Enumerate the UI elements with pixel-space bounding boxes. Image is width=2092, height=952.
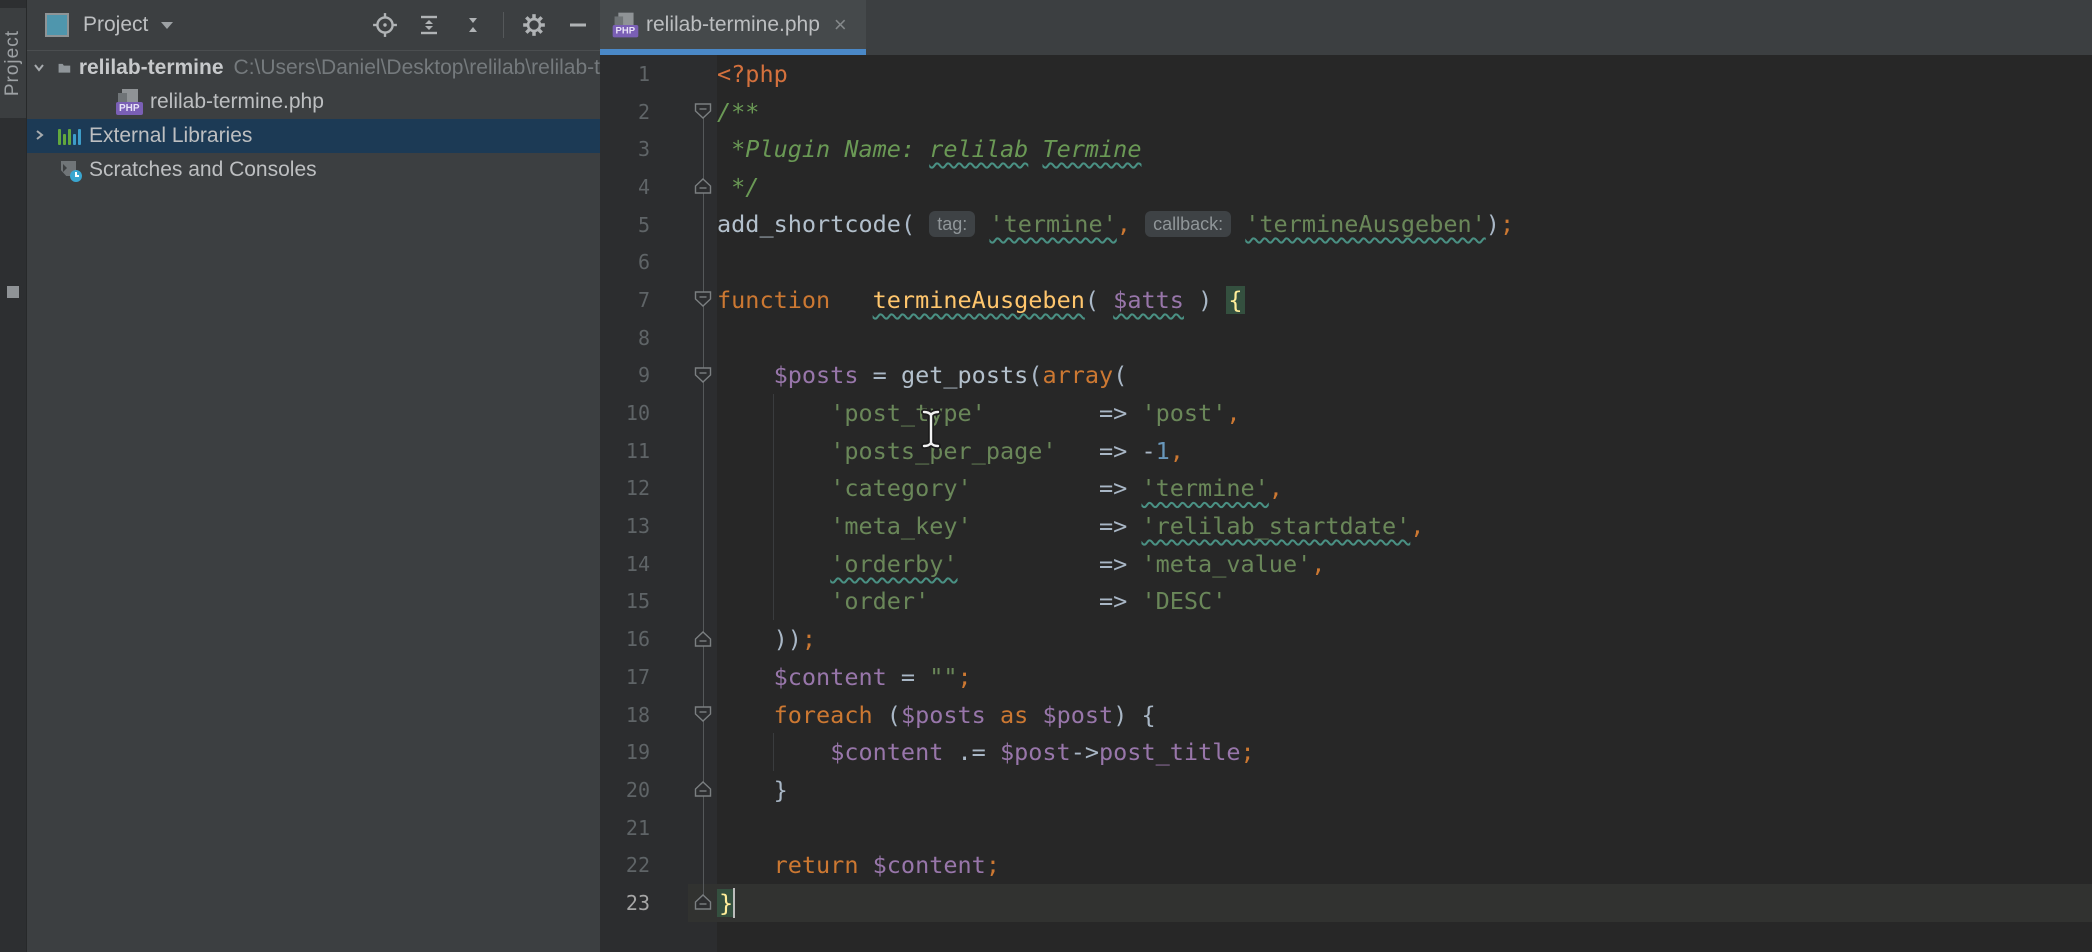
chevron-down-icon[interactable] — [160, 21, 174, 30]
code-line[interactable]: 16 )); — [600, 620, 2092, 658]
code-line[interactable]: 14 'orderby' => 'meta_value', — [600, 545, 2092, 583]
hide-panel-icon[interactable] — [564, 11, 592, 39]
code-text: <?php — [717, 60, 788, 88]
fold-marker-end[interactable] — [694, 178, 712, 199]
locate-icon[interactable] — [371, 11, 399, 39]
code-lines: 1<?php2/**3 *Plugin Name: relilab Termin… — [600, 55, 2092, 922]
code-text: )); — [717, 625, 816, 653]
tree-row-external-libraries[interactable]: External Libraries — [27, 119, 600, 153]
root-folder-path: C:\Users\Daniel\Desktop\relilab\relilab-… — [234, 56, 600, 80]
code-line[interactable]: 20 } — [600, 771, 2092, 809]
project-stripe-label: Project — [2, 30, 24, 96]
tab-title: relilab-termine.php — [646, 13, 820, 37]
code-line[interactable]: 4 */ — [600, 168, 2092, 206]
code-line[interactable]: 17 $content = ""; — [600, 658, 2092, 696]
tree-row-project-root[interactable]: relilab-termine C:\Users\Daniel\Desktop\… — [27, 51, 600, 85]
scratches-icon — [61, 160, 81, 180]
code-text: $content = ""; — [717, 663, 972, 691]
tool-window-stripe: Project — [0, 0, 27, 952]
code-line[interactable]: 2/** — [600, 93, 2092, 131]
code-line[interactable]: 7function termineAusgeben( $atts ) { — [600, 281, 2092, 319]
project-tool-window-icon — [45, 13, 69, 37]
code-area[interactable]: 1<?php2/**3 *Plugin Name: relilab Termin… — [600, 55, 2092, 952]
code-text: function termineAusgeben( $atts ) { — [717, 286, 1245, 314]
php-file-label: relilab-termine.php — [150, 90, 324, 114]
code-line[interactable]: 21 — [600, 809, 2092, 847]
code-text: */ — [717, 173, 759, 201]
folder-icon — [58, 59, 71, 77]
code-text: /** — [717, 98, 759, 126]
fold-layer — [600, 55, 717, 952]
scratches-label: Scratches and Consoles — [89, 158, 317, 182]
root-folder-label: relilab-termine — [79, 56, 224, 80]
libraries-icon — [58, 127, 81, 145]
fold-marker-start[interactable] — [694, 367, 712, 388]
settings-gear-icon[interactable] — [520, 11, 548, 39]
code-line[interactable]: 10 'post_type' => 'post', — [600, 394, 2092, 432]
code-line[interactable]: 1<?php — [600, 55, 2092, 93]
project-panel-header: Project — [27, 0, 600, 51]
code-line[interactable]: 23} — [600, 884, 2092, 922]
editor: PHP relilab-termine.php × 1<?php2/**3 *P… — [600, 0, 2092, 952]
code-line[interactable]: 5add_shortcode( tag: 'termine', callback… — [600, 206, 2092, 244]
fold-marker-end[interactable] — [694, 894, 712, 915]
code-text: 'order' => 'DESC' — [717, 587, 1226, 615]
code-line[interactable]: 13 'meta_key' => 'relilab_startdate', — [600, 507, 2092, 545]
tool-window-square-icon[interactable] — [7, 286, 19, 298]
code-text: 'meta_key' => 'relilab_startdate', — [717, 512, 1424, 540]
code-line[interactable]: 12 'category' => 'termine', — [600, 470, 2092, 508]
code-text: return $content; — [717, 851, 1000, 879]
code-line[interactable]: 11 'posts_per_page' => -1, — [600, 432, 2092, 470]
code-text: foreach ($posts as $post) { — [717, 701, 1156, 729]
code-line[interactable]: 18 foreach ($posts as $post) { — [600, 696, 2092, 734]
collapse-all-icon[interactable] — [459, 11, 487, 39]
tree-row-scratches[interactable]: Scratches and Consoles — [27, 153, 600, 187]
project-panel: Project — [27, 0, 602, 952]
code-text: $posts = get_posts(array( — [717, 361, 1127, 389]
chevron-expanded-icon[interactable] — [31, 59, 47, 75]
code-text: 'post_type' => 'post', — [717, 399, 1241, 427]
code-line[interactable]: 19 $content .= $post->post_title; — [600, 733, 2092, 771]
editor-tab-bar: PHP relilab-termine.php × — [600, 0, 2092, 55]
fold-marker-end[interactable] — [694, 781, 712, 802]
expand-all-icon[interactable] — [415, 11, 443, 39]
code-text: 'orderby' => 'meta_value', — [717, 550, 1325, 578]
tree-row-php-file[interactable]: PHP relilab-termine.php — [27, 85, 600, 119]
code-line[interactable]: 6 — [600, 243, 2092, 281]
fold-marker-start[interactable] — [694, 291, 712, 312]
project-tree: relilab-termine C:\Users\Daniel\Desktop\… — [27, 51, 600, 952]
external-libraries-label: External Libraries — [89, 124, 252, 148]
code-text: 'category' => 'termine', — [717, 474, 1283, 502]
code-line[interactable]: 8 — [600, 319, 2092, 357]
code-text: add_shortcode( tag: 'termine', callback:… — [717, 210, 1514, 239]
fold-marker-end[interactable] — [694, 631, 712, 652]
tab-relilab-termine-php[interactable]: PHP relilab-termine.php × — [600, 0, 866, 50]
text-caret — [733, 888, 735, 918]
php-file-icon: PHP — [116, 89, 142, 115]
code-line[interactable]: 15 'order' => 'DESC' — [600, 583, 2092, 621]
code-line[interactable]: 22 return $content; — [600, 846, 2092, 884]
project-panel-title[interactable]: Project — [83, 13, 148, 37]
code-line[interactable]: 9 $posts = get_posts(array( — [600, 357, 2092, 395]
mouse-ibeam-cursor — [918, 408, 944, 450]
code-text: *Plugin Name: relilab Termine — [717, 135, 1141, 163]
code-text: $content .= $post->post_title; — [717, 738, 1255, 766]
chevron-collapsed-icon[interactable] — [31, 127, 47, 143]
ide-window: Project Project — [0, 0, 2092, 952]
project-stripe-button[interactable]: Project — [0, 8, 26, 118]
php-file-icon: PHP — [613, 13, 638, 38]
code-text: } — [717, 776, 788, 804]
code-line[interactable]: 3 *Plugin Name: relilab Termine — [600, 130, 2092, 168]
toolbar-separator — [503, 12, 504, 38]
close-icon[interactable]: × — [834, 15, 847, 35]
fold-marker-start[interactable] — [694, 103, 712, 124]
code-text: 'posts_per_page' => -1, — [717, 437, 1184, 465]
fold-marker-start[interactable] — [694, 706, 712, 727]
